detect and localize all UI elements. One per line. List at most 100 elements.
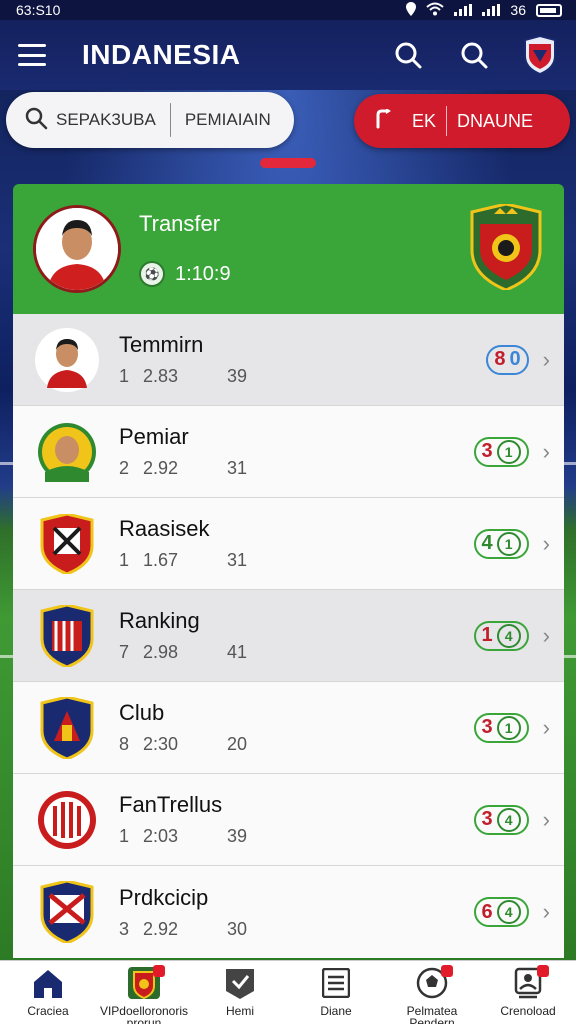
live-icon bbox=[374, 107, 396, 134]
search-tab-right[interactable]: PEMIAIAIN bbox=[185, 110, 271, 130]
score-b: 0 bbox=[509, 348, 521, 370]
score-badge: 34 bbox=[473, 804, 529, 835]
score-badge: 14 bbox=[473, 620, 529, 651]
notification-badge bbox=[441, 965, 453, 977]
nav-label: VIPdoelloronoris prorun bbox=[99, 1004, 189, 1024]
club-crest-icon bbox=[127, 965, 165, 1000]
row-stat2: 41 bbox=[227, 642, 248, 662]
row-stat2: 31 bbox=[227, 550, 248, 570]
score-b: 4 bbox=[496, 900, 521, 924]
search-icon-secondary[interactable] bbox=[456, 37, 492, 73]
score-badge: 31 bbox=[473, 436, 529, 467]
row-name: Prdkcicip bbox=[119, 884, 209, 910]
chevron-right-icon: › bbox=[542, 714, 550, 740]
score-b: 1 bbox=[496, 439, 521, 464]
featured-time: 1:10:9 bbox=[175, 262, 231, 285]
profile-icon bbox=[511, 965, 549, 999]
location-icon bbox=[406, 1, 417, 19]
row-name: Club bbox=[119, 700, 165, 725]
wifi-icon bbox=[426, 2, 445, 19]
battery-icon bbox=[536, 3, 562, 17]
status-bar: 63:S10 36 bbox=[0, 0, 576, 20]
chevron-right-icon: › bbox=[542, 438, 550, 464]
list-item[interactable]: Prdkcicip 3 2.92 30 64 › bbox=[13, 866, 564, 958]
nav-item-home[interactable]: Craciea bbox=[0, 961, 96, 1024]
signal-icon bbox=[454, 4, 473, 16]
search-icon[interactable] bbox=[390, 37, 426, 73]
nav-item-matches[interactable]: Hemi bbox=[192, 961, 288, 1024]
row-name: Ranking bbox=[119, 608, 200, 633]
row-name: Pemiar bbox=[119, 424, 189, 449]
row-name: FanTrellus bbox=[119, 792, 223, 817]
row-num: 1 bbox=[119, 366, 130, 386]
app-title: INDANESIA bbox=[82, 39, 241, 70]
player-avatar bbox=[33, 205, 121, 293]
battery-percent: 36 bbox=[510, 2, 526, 18]
row-name: Temmirn bbox=[119, 332, 204, 357]
nav-item-club[interactable]: VIPdoelloronoris prorun bbox=[96, 961, 192, 1024]
list-item[interactable]: Raasisek 1 1.67 31 41 › bbox=[13, 498, 564, 590]
row-stat1: 2.83 bbox=[143, 366, 179, 386]
notification-badge bbox=[153, 965, 165, 977]
divider bbox=[169, 103, 171, 137]
signal-icon-2 bbox=[482, 4, 501, 16]
score-a: 4 bbox=[481, 532, 493, 554]
home-icon bbox=[31, 967, 65, 999]
page-indicator bbox=[260, 158, 316, 168]
row-stat1: 2.98 bbox=[143, 642, 179, 662]
ball-icon bbox=[415, 965, 453, 999]
row-stat2: 39 bbox=[227, 826, 248, 846]
row-stat2: 39 bbox=[227, 366, 248, 386]
search-bar[interactable]: SEPAK3UBA PEMIAIAIN bbox=[6, 92, 294, 148]
chevron-right-icon: › bbox=[542, 899, 550, 924]
menu-icon[interactable] bbox=[18, 44, 46, 66]
search-icon bbox=[24, 106, 48, 135]
row-stat1: 2:30 bbox=[143, 734, 179, 754]
live-status: DNAUNE bbox=[457, 110, 534, 131]
row-name: Raasisek bbox=[119, 516, 210, 541]
club-crest-icon bbox=[35, 880, 99, 944]
score-a: 8 bbox=[494, 348, 506, 370]
row-stat2: 30 bbox=[227, 918, 248, 939]
status-time: 63:S10 bbox=[16, 2, 61, 18]
nav-item-list[interactable]: Diane bbox=[288, 961, 384, 1024]
score-b: 4 bbox=[496, 807, 521, 832]
featured-title: Transfer bbox=[139, 211, 221, 236]
score-badge: 64 bbox=[473, 897, 529, 927]
nav-label: Pelmatea Pendern bbox=[406, 1004, 458, 1024]
score-b: 1 bbox=[496, 715, 521, 740]
club-crest-icon bbox=[35, 420, 99, 484]
list-item[interactable]: FanTrellus 1 2:03 39 34 › bbox=[13, 774, 564, 866]
list-item[interactable]: Club 8 2:30 20 31 › bbox=[13, 682, 564, 774]
ball-icon: ⚽ bbox=[139, 261, 165, 287]
row-stat2: 31 bbox=[227, 458, 248, 478]
list-item[interactable]: Pemiar 2 2.92 31 31 › bbox=[13, 406, 564, 498]
club-crest-icon bbox=[35, 604, 99, 668]
row-stat1: 2.92 bbox=[143, 918, 179, 939]
row-stat1: 2.92 bbox=[143, 458, 179, 478]
club-crest-icon bbox=[35, 512, 99, 576]
list-item[interactable]: Ranking 7 2.98 41 14 › bbox=[13, 590, 564, 682]
nav-item-profile[interactable]: Crenoload bbox=[480, 961, 576, 1024]
row-num: 1 bbox=[119, 550, 130, 570]
score-badge: 41 bbox=[473, 528, 529, 559]
row-num: 7 bbox=[119, 642, 130, 662]
score-a: 3 bbox=[481, 808, 493, 830]
live-button[interactable]: EK DNAUNE bbox=[354, 94, 570, 148]
score-a: 3 bbox=[481, 440, 493, 462]
list-item[interactable]: Temmirn 1 2.83 39 80 › bbox=[13, 314, 564, 406]
live-label: EK bbox=[412, 110, 437, 131]
club-crest-icon bbox=[35, 788, 99, 852]
nav-item-predictions[interactable]: Pelmatea Pendern bbox=[384, 961, 480, 1024]
notification-badge bbox=[537, 965, 549, 977]
score-b: 4 bbox=[496, 623, 521, 648]
score-b: 1 bbox=[496, 531, 521, 556]
list-icon bbox=[319, 967, 353, 999]
featured-transfer-card[interactable]: Transfer ⚽ 1:10:9 bbox=[13, 184, 564, 314]
nav-label: Hemi bbox=[225, 1004, 254, 1018]
search-tab-left[interactable]: SEPAK3UBA bbox=[56, 110, 156, 130]
club-crest-icon bbox=[468, 201, 544, 295]
row-num: 2 bbox=[119, 458, 130, 478]
team-crest-icon[interactable] bbox=[522, 36, 558, 74]
app-header: INDANESIA bbox=[0, 20, 576, 90]
